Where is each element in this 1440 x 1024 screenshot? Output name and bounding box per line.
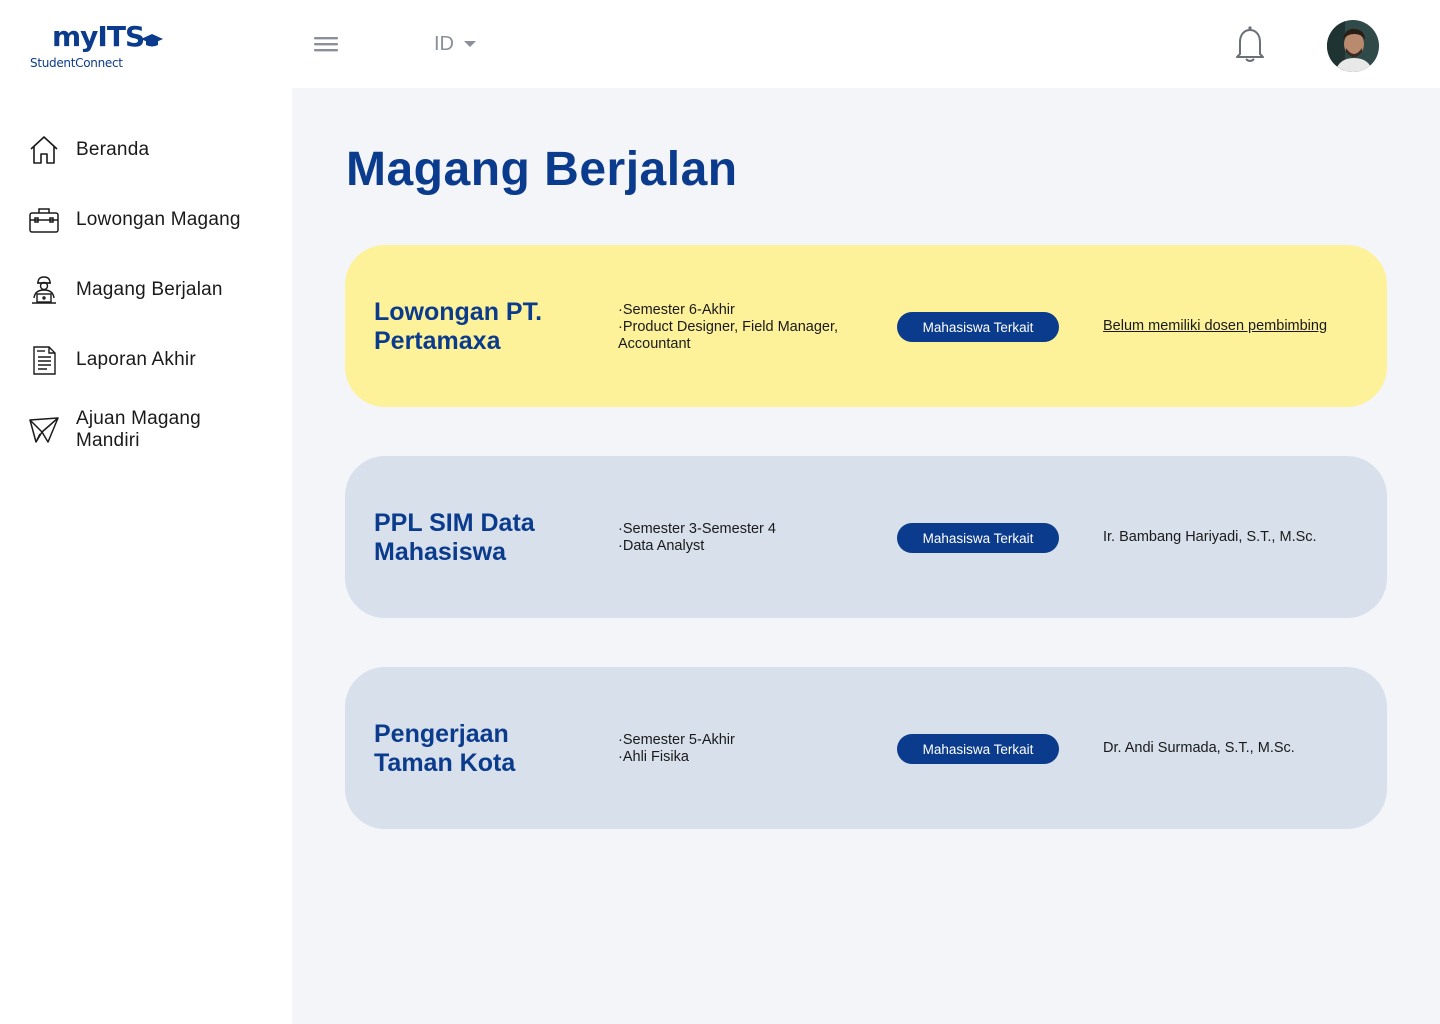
user-avatar[interactable] (1327, 20, 1379, 72)
page-title: Magang Berjalan (346, 143, 738, 196)
sidebar-item-lowongan-magang[interactable]: Lowongan Magang (28, 204, 241, 236)
main-content: Magang Berjalan Lowongan PT. Pertamaxa S… (292, 88, 1440, 1024)
sidebar-item-laporan-akhir[interactable]: Laporan Akhir (28, 344, 196, 376)
supervisor-link[interactable]: Belum memiliki dosen pembimbing (1103, 318, 1327, 334)
card-details: Semester 6-Akhir Product Designer, Field… (618, 302, 888, 353)
app-logo[interactable]: myITS StudentConnect (28, 18, 168, 74)
card-details: Semester 5-Akhir Ahli Fisika (618, 732, 888, 766)
card-detail-roles: Data Analyst (618, 538, 888, 555)
card-details: Semester 3-Semester 4 Data Analyst (618, 521, 888, 555)
internship-card[interactable]: Lowongan PT. Pertamaxa Semester 6-Akhir … (345, 245, 1387, 407)
paper-plane-icon (28, 414, 60, 446)
home-icon (28, 134, 60, 166)
language-selector[interactable]: ID (434, 32, 476, 56)
related-students-button[interactable]: Mahasiswa Terkait (897, 312, 1059, 342)
top-bar: myITS StudentConnect ID (0, 0, 1440, 88)
card-title: Lowongan PT. Pertamaxa (374, 298, 543, 355)
sidebar-item-label: Lowongan Magang (76, 209, 241, 230)
logo-sub-text: StudentConnect (30, 56, 123, 70)
card-detail-semester: Semester 6-Akhir (618, 302, 888, 319)
card-title: PPL SIM Data Mahasiswa (374, 509, 535, 566)
sidebar: Beranda Lowongan Magang Magang Berjalan … (0, 88, 292, 1024)
user-photo-icon (1327, 20, 1379, 72)
related-students-button[interactable]: Mahasiswa Terkait (897, 523, 1059, 553)
sidebar-item-label: Magang Berjalan (76, 279, 223, 300)
document-icon (28, 344, 60, 376)
card-detail-semester: Semester 5-Akhir (618, 732, 888, 749)
sidebar-item-magang-berjalan[interactable]: Magang Berjalan (28, 274, 223, 306)
card-title: Pengerjaan Taman Kota (374, 720, 516, 777)
language-label: ID (434, 32, 454, 55)
briefcase-icon (28, 204, 60, 236)
sidebar-item-ajuan-magang-mandiri[interactable]: Ajuan Magang Mandiri (28, 408, 256, 452)
sidebar-item-label: Ajuan Magang Mandiri (76, 408, 201, 451)
notifications-button[interactable] (1232, 24, 1268, 64)
bell-icon (1236, 26, 1264, 62)
logo-main-text: myITS (52, 20, 145, 53)
card-detail-semester: Semester 3-Semester 4 (618, 521, 888, 538)
caret-down-icon (464, 41, 476, 47)
sidebar-item-label: Beranda (76, 139, 150, 160)
internship-card[interactable]: Pengerjaan Taman Kota Semester 5-Akhir A… (345, 667, 1387, 829)
worker-laptop-icon (28, 274, 60, 306)
card-detail-roles: Ahli Fisika (618, 749, 888, 766)
sidebar-item-label: Laporan Akhir (76, 349, 196, 370)
related-students-button[interactable]: Mahasiswa Terkait (897, 734, 1059, 764)
supervisor-name: Ir. Bambang Hariyadi, S.T., M.Sc. (1103, 529, 1317, 545)
sidebar-item-beranda[interactable]: Beranda (28, 134, 149, 166)
graduation-cap-icon (141, 34, 163, 47)
menu-toggle-button[interactable] (312, 32, 340, 56)
card-detail-roles: Product Designer, Field Manager, Account… (618, 319, 888, 353)
internship-card[interactable]: PPL SIM Data Mahasiswa Semester 3-Semest… (345, 456, 1387, 618)
supervisor-name: Dr. Andi Surmada, S.T., M.Sc. (1103, 740, 1295, 756)
hamburger-icon (314, 37, 338, 52)
